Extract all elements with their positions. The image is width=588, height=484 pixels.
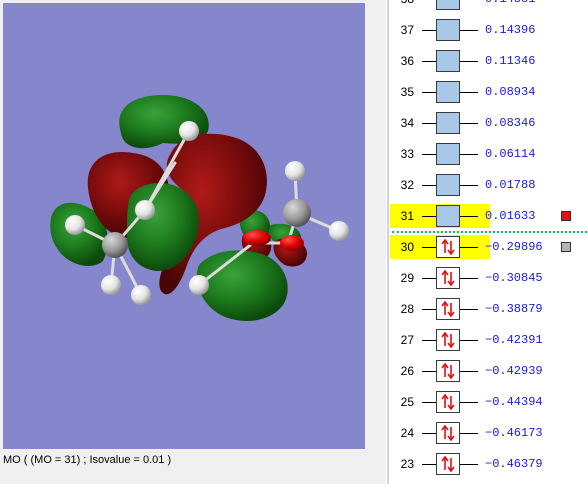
mo-index-label: 25 bbox=[400, 395, 414, 409]
mo-row-37[interactable]: 37 0.14396 bbox=[389, 18, 588, 42]
mo-index-label: 37 bbox=[400, 23, 414, 37]
mo-energy-value: −0.30845 bbox=[485, 271, 543, 285]
mo-energy-value: −0.44394 bbox=[485, 395, 543, 409]
spin-pair-icon bbox=[441, 332, 455, 348]
empty-orbital-box[interactable] bbox=[436, 205, 460, 227]
mo-index-label: 34 bbox=[400, 116, 414, 130]
spin-pair-icon bbox=[441, 363, 455, 379]
mo-index-label: 29 bbox=[400, 271, 414, 285]
mo-index-label: 27 bbox=[400, 333, 414, 347]
mo-row-33[interactable]: 33 0.06114 bbox=[389, 142, 588, 166]
mo-energy-value: 0.01788 bbox=[485, 178, 536, 192]
occupied-orbital-box[interactable] bbox=[436, 329, 460, 351]
mo-row-38[interactable]: 38 0.14881 bbox=[389, 0, 588, 11]
empty-orbital-box[interactable] bbox=[436, 50, 460, 72]
occupied-orbital-box[interactable] bbox=[436, 422, 460, 444]
empty-orbital-box[interactable] bbox=[436, 174, 460, 196]
mo-row-36[interactable]: 36 0.11346 bbox=[389, 49, 588, 73]
mo-row-29[interactable]: 29 −0.30845 bbox=[389, 266, 588, 290]
mo-row-23[interactable]: 23 −0.46379 bbox=[389, 452, 588, 476]
mo-index-label: 38 bbox=[389, 0, 414, 6]
mo-row-25[interactable]: 25 −0.44394 bbox=[389, 390, 588, 414]
spin-pair-icon bbox=[441, 270, 455, 286]
empty-orbital-box[interactable] bbox=[436, 19, 460, 41]
mo-index-label: 24 bbox=[400, 426, 414, 440]
homo-marker[interactable] bbox=[561, 242, 571, 252]
mo-index-label: 36 bbox=[400, 54, 414, 68]
mo-energy-value: 0.14396 bbox=[485, 23, 536, 37]
mo-row-31[interactable]: 31 0.01633 bbox=[389, 204, 588, 228]
mo-row-24[interactable]: 24 −0.46173 bbox=[389, 421, 588, 445]
mo-energy-value: 0.14881 bbox=[485, 0, 535, 6]
mo-index-label: 35 bbox=[400, 85, 414, 99]
occupied-orbital-box[interactable] bbox=[436, 236, 460, 258]
mo-row-34[interactable]: 34 0.08346 bbox=[389, 111, 588, 135]
mo-energy-value: −0.42391 bbox=[485, 333, 543, 347]
empty-orbital-box[interactable] bbox=[436, 81, 460, 103]
occupied-orbital-box[interactable] bbox=[436, 453, 460, 475]
occupied-orbital-box[interactable] bbox=[436, 360, 460, 382]
empty-orbital-box[interactable] bbox=[436, 112, 460, 134]
mo-index-label: 31 bbox=[400, 209, 414, 223]
mo-energy-value: −0.38879 bbox=[485, 302, 543, 316]
spin-pair-icon bbox=[441, 301, 455, 317]
mo-energy-value: 0.08346 bbox=[485, 116, 536, 130]
molecule-viewer-panel: MO ( (MO = 31) ; Isovalue = 0.01 ) bbox=[0, 0, 388, 484]
mo-index-label: 23 bbox=[400, 457, 414, 471]
mo-index-label: 33 bbox=[400, 147, 414, 161]
occupied-orbital-box[interactable] bbox=[436, 298, 460, 320]
empty-orbital-box[interactable] bbox=[436, 0, 460, 10]
spin-pair-icon bbox=[441, 394, 455, 410]
mo-row-30[interactable]: 30 −0.29896 bbox=[389, 235, 588, 259]
mo-energy-value: −0.29896 bbox=[485, 240, 543, 254]
occupied-orbital-box[interactable] bbox=[436, 391, 460, 413]
mo-row-28[interactable]: 28 −0.38879 bbox=[389, 297, 588, 321]
molecule-3d-viewport[interactable] bbox=[3, 3, 365, 449]
molecular-orbital-render bbox=[50, 95, 349, 321]
spin-pair-icon bbox=[441, 239, 455, 255]
mo-energy-value: 0.01633 bbox=[485, 209, 536, 223]
mo-energy-diagram[interactable]: 38 0.14881 37 0.14396 36 0.11346 35 0.08934 34 0.… bbox=[389, 0, 588, 484]
spin-pair-icon bbox=[441, 425, 455, 441]
mo-row-26[interactable]: 26 −0.42939 bbox=[389, 359, 588, 383]
mo-energy-value: 0.11346 bbox=[485, 54, 536, 68]
empty-orbital-box[interactable] bbox=[436, 143, 460, 165]
mo-energy-value: −0.46173 bbox=[485, 426, 543, 440]
mo-energy-value: 0.06114 bbox=[485, 147, 536, 161]
mo-row-32[interactable]: 32 0.01788 bbox=[389, 173, 588, 197]
homo-lumo-separator bbox=[392, 231, 587, 233]
spin-pair-icon bbox=[441, 456, 455, 472]
status-bar-text: MO ( (MO = 31) ; Isovalue = 0.01 ) bbox=[3, 454, 172, 466]
mo-index-label: 28 bbox=[400, 302, 414, 316]
mo-energy-value: −0.46379 bbox=[485, 457, 543, 471]
mo-energy-value: −0.42939 bbox=[485, 364, 543, 378]
mo-row-27[interactable]: 27 −0.42391 bbox=[389, 328, 588, 352]
mo-energy-value: 0.08934 bbox=[485, 85, 536, 99]
selected-mo-marker[interactable] bbox=[561, 211, 571, 221]
mo-index-label: 26 bbox=[400, 364, 414, 378]
mo-index-label: 30 bbox=[400, 240, 414, 254]
mo-index-label: 32 bbox=[400, 178, 414, 192]
occupied-orbital-box[interactable] bbox=[436, 267, 460, 289]
mo-row-35[interactable]: 35 0.08934 bbox=[389, 80, 588, 104]
